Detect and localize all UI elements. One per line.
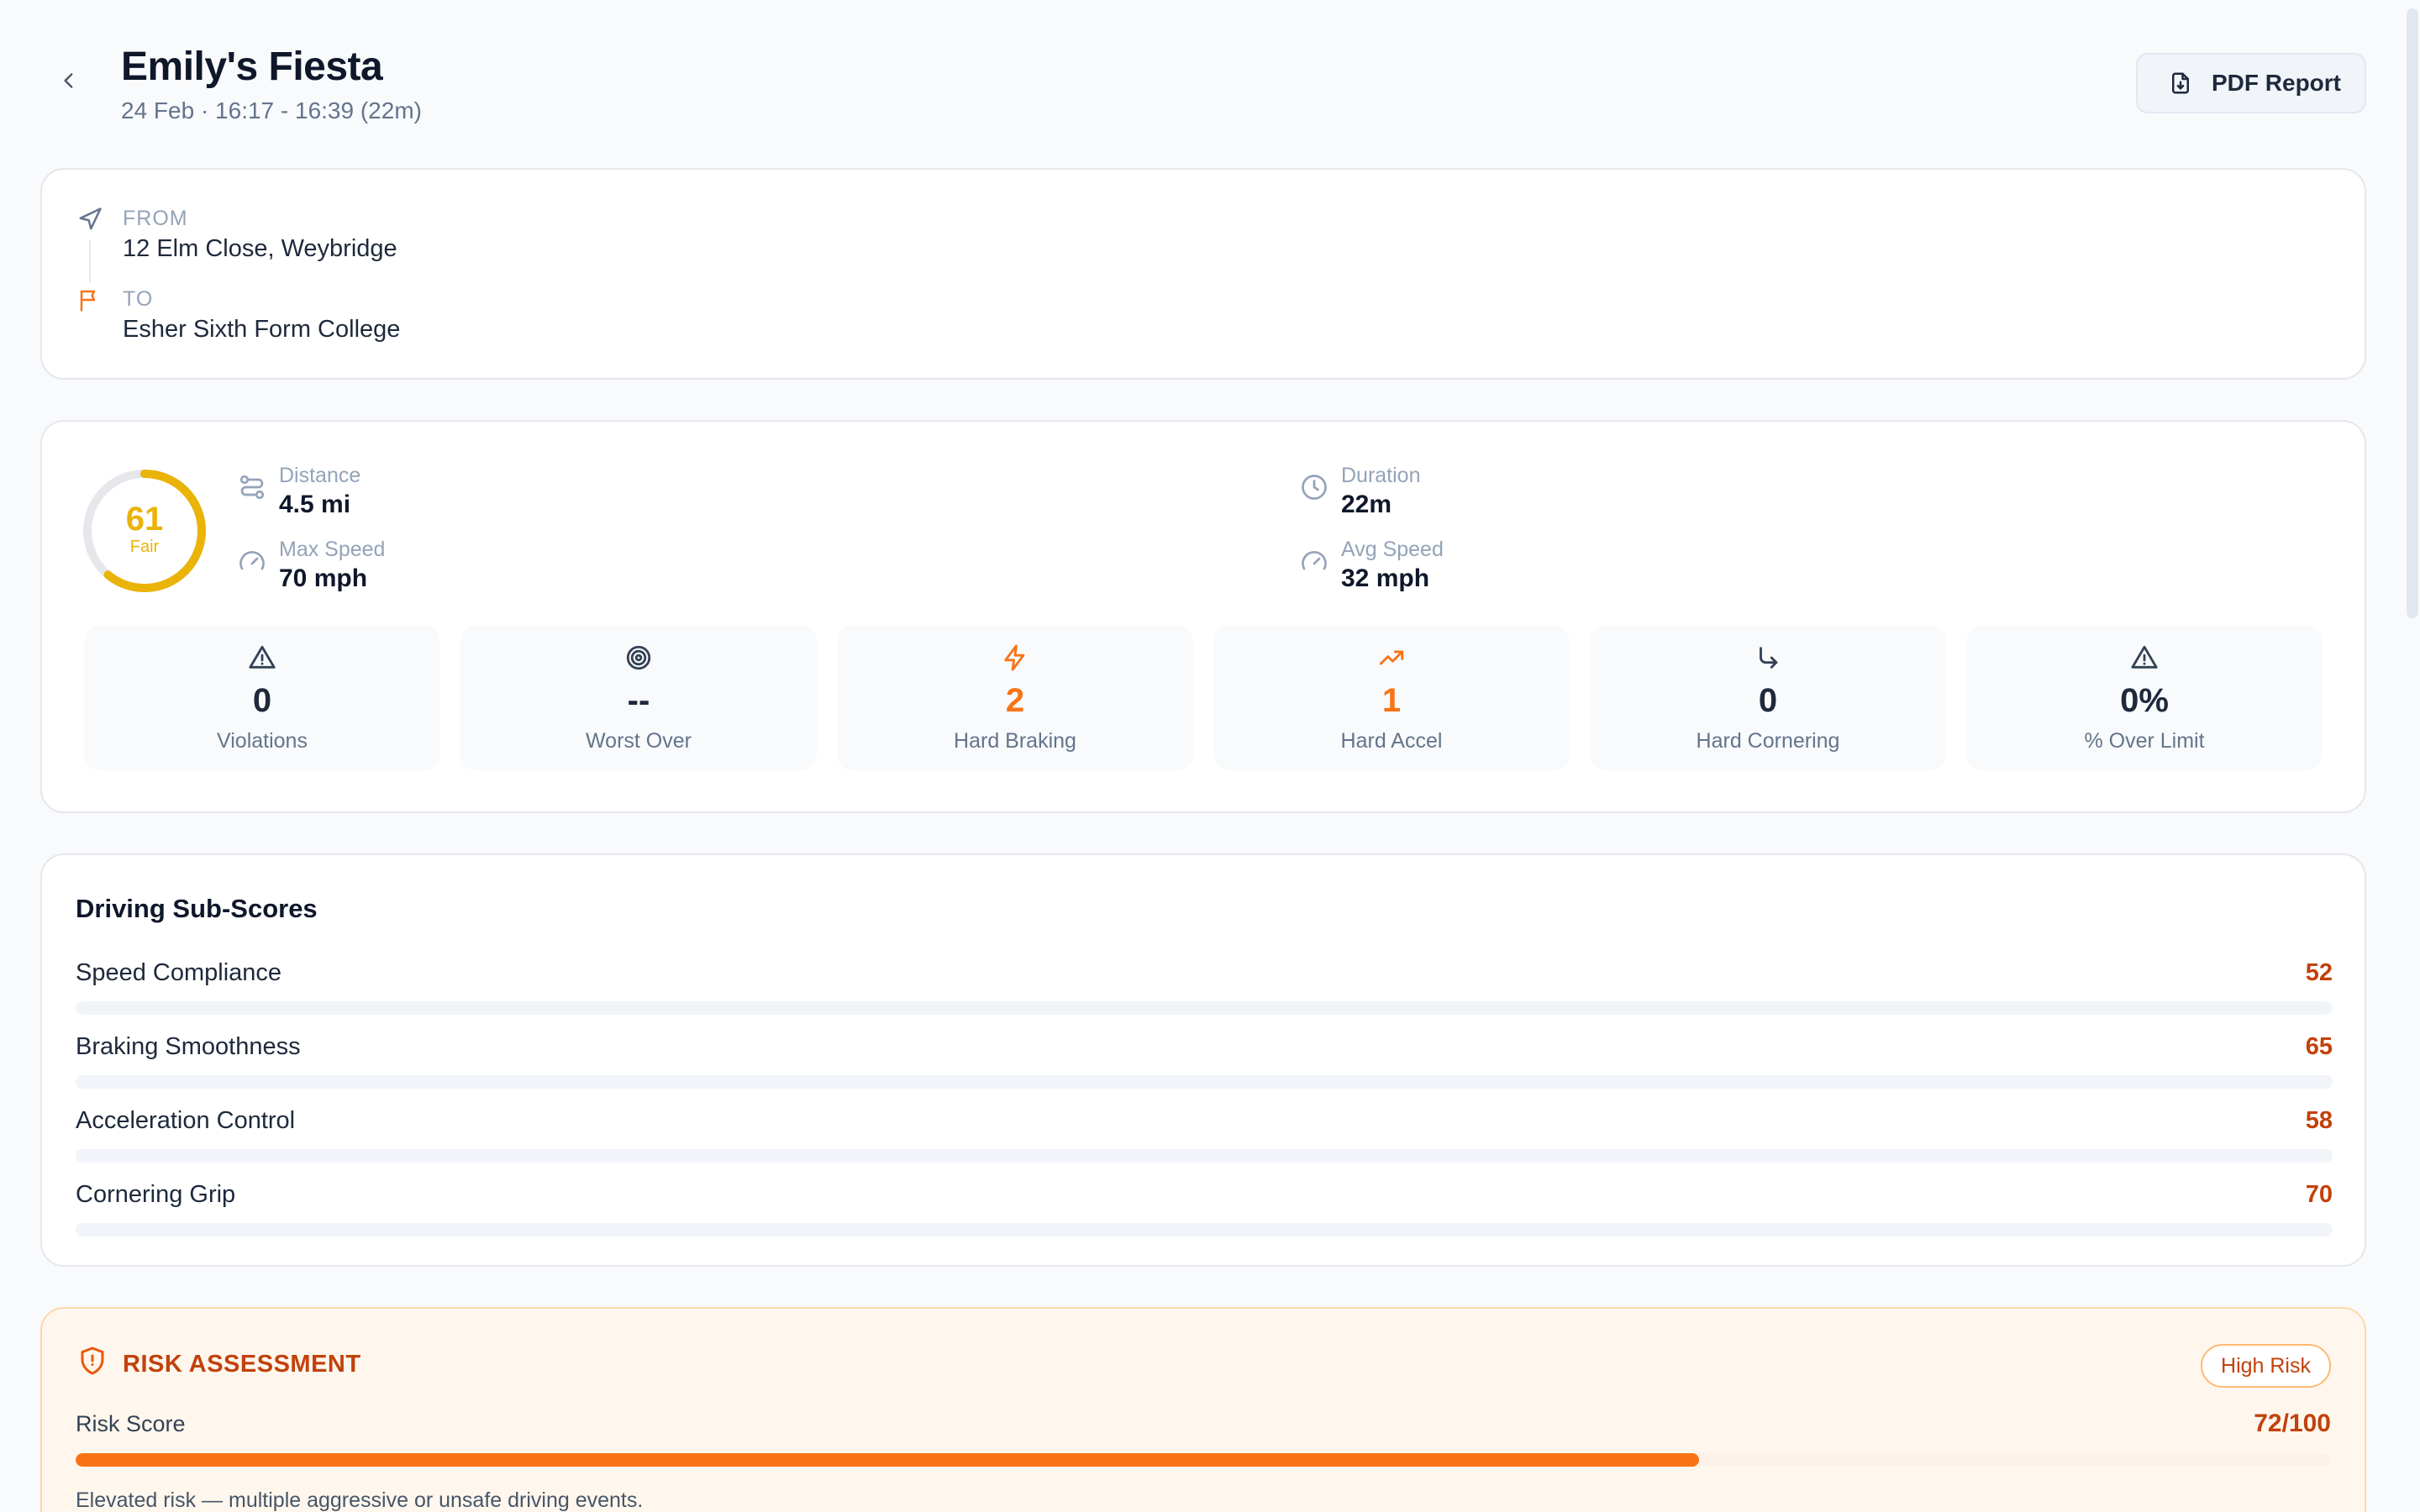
navigation-arrow-icon: [79, 207, 102, 230]
scrollbar[interactable]: [2403, 0, 2420, 1512]
score-label: Fair: [129, 538, 160, 556]
from-label: FROM: [123, 207, 188, 230]
subscore-track: [76, 1001, 2333, 1015]
risk-score-label: Risk Score: [76, 1411, 186, 1436]
tile-worst-over: -- Worst Over: [460, 625, 817, 771]
pdf-report-button[interactable]: PDF Report: [2136, 53, 2366, 113]
route-connector: [89, 240, 91, 282]
from-address: 12 Elm Close, Weybridge: [123, 235, 397, 262]
corner-arrow-icon: [1760, 647, 1778, 669]
subscore-fill: [76, 1223, 1656, 1236]
route-icon: [239, 475, 265, 500]
subscore-track: [76, 1149, 2333, 1163]
to-label: TO: [123, 287, 154, 311]
speedometer-icon: [1302, 551, 1327, 570]
subscore-track: [76, 1075, 2333, 1089]
pdf-report-label: PDF Report: [2212, 70, 2341, 96]
risk-score-fill: [76, 1453, 1700, 1467]
tile-over-limit: 0% % Over Limit: [1966, 625, 2323, 771]
target-icon: [626, 645, 651, 670]
flag-icon: [80, 290, 96, 312]
subscore-row: Speed Compliance 52: [76, 959, 2333, 1018]
section-title: Driving Sub-Scores: [76, 894, 318, 923]
page-title: Emily's Fiesta: [121, 45, 383, 89]
file-download-icon: [2172, 72, 2189, 94]
warning-triangle-icon: [249, 645, 276, 669]
page-header: Emily's Fiesta 24 Feb · 16:17 - 16:39 (2…: [40, 0, 2366, 168]
subscore-row: Cornering Grip 70: [76, 1181, 2333, 1240]
speedometer-icon: [239, 551, 265, 570]
trip-stats-card: 61 Fair Distance 4.5 mi Duration 22m Max…: [40, 420, 2366, 813]
clock-icon: [1302, 475, 1327, 500]
subscore-row: Acceleration Control 58: [76, 1107, 2333, 1166]
risk-note: Elevated risk — multiple aggressive or u…: [76, 1488, 644, 1512]
risk-score-track: [76, 1453, 2331, 1467]
risk-score-value: 72/100: [2254, 1410, 2331, 1437]
risk-title: RISK ASSESSMENT: [123, 1351, 361, 1378]
subscore-fill: [76, 1149, 1385, 1163]
to-address: Esher Sixth Form College: [123, 316, 401, 343]
trending-up-icon: [1379, 650, 1404, 665]
subscore-fill: [76, 1075, 1543, 1089]
subscore-track: [76, 1223, 2333, 1236]
risk-badge: High Risk: [2201, 1344, 2331, 1388]
lightning-icon: [1004, 644, 1025, 671]
chevron-left-icon: [64, 73, 73, 88]
warning-triangle-icon: [2131, 645, 2158, 669]
sub-scores-card: Driving Sub-Scores Speed Compliance 52 B…: [40, 853, 2366, 1267]
route-card: FROM 12 Elm Close, Weybridge TO Esher Si…: [40, 168, 2366, 380]
scrollbar-thumb[interactable]: [2407, 8, 2418, 618]
risk-assessment-card: RISK ASSESSMENT High Risk Risk Score 72/…: [40, 1307, 2366, 1512]
trip-time-subtitle: 24 Feb · 16:17 - 16:39 (22m): [121, 97, 422, 123]
back-button[interactable]: [50, 62, 87, 99]
tile-violations: 0 Violations: [84, 625, 440, 771]
subscore-fill: [76, 1001, 1249, 1015]
score-value: 61: [125, 501, 164, 538]
subscore-row: Braking Smoothness 65: [76, 1033, 2333, 1092]
tile-hard-braking: 2 Hard Braking: [837, 625, 1193, 771]
tile-hard-cornering: 0 Hard Cornering: [1590, 625, 1946, 771]
tile-hard-accel: 1 Hard Accel: [1213, 625, 1570, 771]
shield-alert-icon: [81, 1347, 104, 1375]
